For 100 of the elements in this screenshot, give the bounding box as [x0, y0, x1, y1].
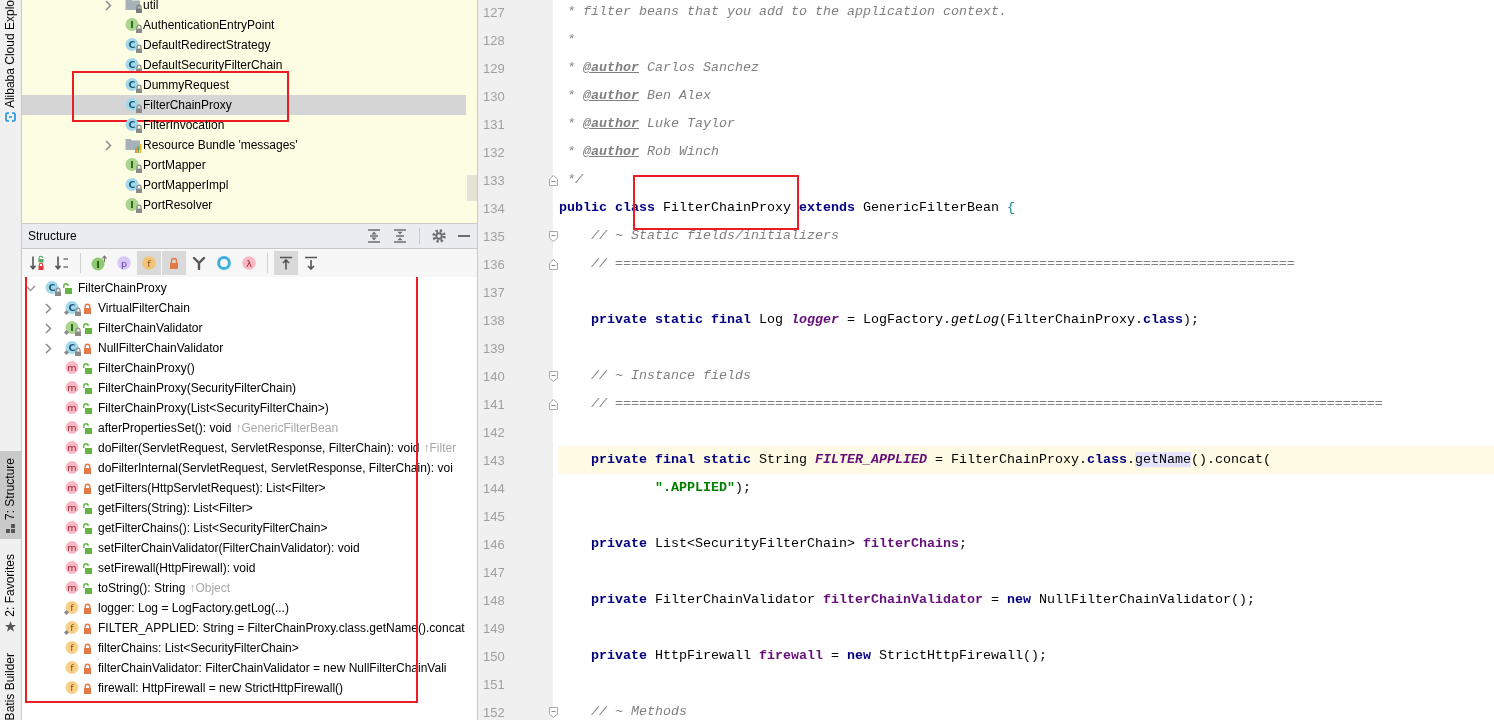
interface-icon: I [125, 17, 142, 33]
tree-item[interactable]: C DefaultRedirectStrategy [102, 35, 271, 55]
chevron-right-icon[interactable] [44, 322, 52, 334]
method-icon: m [64, 420, 81, 436]
structure-item[interactable]: f firewall: HttpFirewall = new StrictHttpFirewall() [22, 678, 477, 698]
tree-item[interactable]: I PortResolver [102, 195, 213, 215]
class-icon: C [125, 77, 142, 93]
line-number: 142 [483, 424, 505, 440]
star-icon [5, 620, 16, 632]
interface-icon: I [64, 320, 81, 336]
chevron-right-icon[interactable] [44, 342, 52, 354]
class-icon: C [125, 57, 142, 73]
toolbar-toggle-button[interactable]: p [112, 251, 136, 275]
line-number: 135 [483, 228, 505, 244]
line-number: 138 [483, 312, 505, 328]
scrollbar-thumb[interactable] [467, 175, 477, 201]
settings-icon[interactable] [432, 229, 446, 243]
line-number: 129 [483, 60, 505, 76]
line-number: 152 [483, 704, 505, 720]
tree-item[interactable]: I PortMapper [102, 155, 206, 175]
method-icon: m [64, 480, 81, 496]
chevron-right-icon[interactable] [104, 0, 112, 11]
structure-item[interactable]: m getFilters(String): List<Filter> [22, 498, 477, 518]
ring-icon [217, 256, 231, 270]
code-line: private final static String FILTER_APPLIED = FilterChainProxy.class.getName().concat( [591, 452, 1271, 467]
toolbar-toggle-button[interactable] [162, 251, 186, 275]
line-number: 145 [483, 508, 505, 524]
line-number: 132 [483, 144, 505, 160]
structure-item[interactable]: m FilterChainProxy(SecurityFilterChain) [22, 378, 477, 398]
arrow-up-to-bar-icon [279, 256, 293, 270]
tool-window-tab[interactable]: 7: Structure [0, 450, 21, 539]
structure-item[interactable]: f logger: Log = LogFactory.getLog(...) [22, 598, 477, 618]
chevron-right-icon[interactable] [104, 139, 112, 151]
tree-item[interactable]: C PortMapperImpl [102, 175, 229, 195]
code-line: * @author Luke Taylor [567, 116, 735, 131]
class-icon: C [64, 340, 81, 356]
line-number: 150 [483, 648, 505, 664]
method-icon: m [64, 440, 81, 456]
fork-icon [192, 256, 206, 270]
method-icon: m [64, 580, 81, 596]
structure-item[interactable]: m FilterChainProxy(List<SecurityFilterChain>) [22, 398, 477, 418]
tool-window-tab[interactable]: 2: Favorites [0, 546, 21, 638]
structure-item[interactable]: C NullFilterChainValidator [22, 338, 477, 358]
toolbar-toggle-button[interactable]: λ [237, 251, 261, 275]
fold-marker-icon[interactable] [549, 230, 558, 242]
structure-item[interactable]: m getFilters(HttpServletRequest): List<Filter> [22, 478, 477, 498]
structure-item[interactable]: I FilterChainValidator [22, 318, 477, 338]
fold-marker-icon[interactable] [549, 174, 558, 186]
line-number: 127 [483, 4, 505, 20]
toolbar-toggle-button[interactable] [274, 251, 298, 275]
class-icon: C [125, 177, 142, 193]
sort-lock-icon [29, 255, 45, 271]
structure-item[interactable]: m getFilterChains(): List<SecurityFilterChain> [22, 518, 477, 538]
tree-item[interactable]: C FilterInvocation [102, 115, 225, 135]
chevron-right-icon[interactable] [44, 302, 52, 314]
toolbar-toggle-button[interactable]: f [137, 251, 161, 275]
structure-item[interactable]: m toString(): String ↑Object [22, 578, 477, 598]
line-number: 143 [483, 452, 505, 468]
line-number: 139 [483, 340, 505, 356]
structure-item[interactable]: C FilterChainProxy [22, 278, 477, 298]
structure-item[interactable]: m setFirewall(HttpFirewall): void [22, 558, 477, 578]
expand-all-icon[interactable] [367, 229, 381, 243]
tree-item[interactable]: C DefaultSecurityFilterChain [102, 55, 283, 75]
fold-marker-icon[interactable] [549, 258, 558, 270]
field-icon: f [64, 620, 81, 636]
folder-icon [125, 0, 142, 13]
structure-item[interactable]: f filterChains: List<SecurityFilterChain> [22, 638, 477, 658]
chevron-down-icon[interactable] [24, 284, 36, 292]
fold-marker-icon[interactable] [549, 706, 558, 718]
line-number: 134 [483, 200, 505, 216]
method-icon: m [64, 460, 81, 476]
collapse-all-icon[interactable] [393, 229, 407, 243]
interface-icon: I [125, 197, 142, 213]
tool-window-tab[interactable]: Batis Builder [0, 645, 21, 720]
code-line: * @author Carlos Sanchez [567, 60, 759, 75]
structure-item[interactable]: m setFilterChainValidator(FilterChainValidator): void [22, 538, 477, 558]
fold-marker-icon[interactable] [549, 398, 558, 410]
line-number: 148 [483, 592, 505, 608]
class-icon: C [44, 280, 61, 296]
tree-item[interactable]: C FilterChainProxy [102, 95, 232, 115]
field-icon: f [64, 600, 81, 616]
code-line: * @author Ben Alex [567, 88, 711, 103]
structure-item[interactable]: m afterPropertiesSet(): void ↑GenericFilterBean [22, 418, 477, 438]
code-line: private static final Log logger = LogFactory.getLog(FilterChainProxy.class); [591, 312, 1199, 327]
structure-item[interactable]: m FilterChainProxy() [22, 358, 477, 378]
arrow-down-from-bar-icon [304, 256, 318, 270]
line-number: 136 [483, 256, 505, 272]
class-icon: C [125, 97, 142, 113]
tree-item[interactable]: I AuthenticationEntryPoint [102, 15, 275, 35]
line-number: 141 [483, 396, 505, 412]
line-number: 151 [483, 676, 505, 692]
structure-item[interactable]: C VirtualFilterChain [22, 298, 477, 318]
line-number: 131 [483, 116, 505, 132]
code-line: * [567, 32, 575, 47]
tree-item[interactable]: C DummyRequest [102, 75, 230, 95]
fold-marker-icon[interactable] [549, 370, 558, 382]
sort-down-icon [54, 255, 70, 271]
tree-item[interactable]: util [102, 0, 159, 15]
tree-item[interactable]: Resource Bundle 'messages' [102, 135, 298, 155]
tool-window-tab[interactable]: Alibaba Cloud Explo [0, 0, 21, 129]
